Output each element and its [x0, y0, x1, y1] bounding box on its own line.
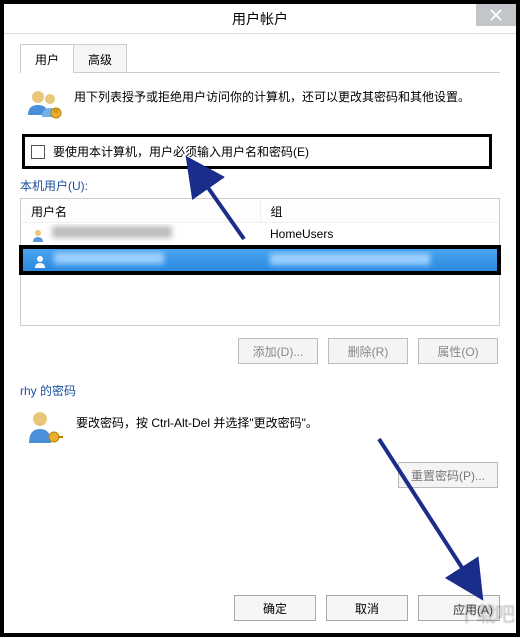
add-button[interactable]: 添加(D)... — [238, 338, 318, 364]
password-heading: rhy 的密码 — [20, 382, 500, 399]
password-description: 要改密码，按 Ctrl-Alt-Del 并选择"更改密码"。 — [76, 409, 318, 450]
users-listview[interactable]: 用户名 组 HomeUsers — [20, 198, 500, 326]
ok-button[interactable]: 确定 — [234, 595, 316, 621]
user-icon — [33, 254, 47, 268]
properties-button[interactable]: 属性(O) — [418, 338, 498, 364]
listview-header: 用户名 组 — [21, 199, 499, 223]
tab-advanced[interactable]: 高级 — [73, 44, 127, 72]
user-icon — [31, 228, 45, 242]
window-title: 用户帐户 — [232, 9, 288, 29]
tab-users[interactable]: 用户 — [20, 44, 74, 72]
close-button[interactable] — [476, 4, 516, 26]
reset-password-button[interactable]: 重置密码(P)... — [398, 462, 498, 488]
col-username[interactable]: 用户名 — [21, 199, 261, 222]
require-password-checkbox[interactable] — [31, 145, 45, 159]
cell-group: HomeUsers — [260, 225, 499, 243]
apply-button[interactable]: 应用(A) — [418, 595, 500, 621]
description-text: 用下列表授予或拒绝用户访问你的计算机，还可以更改其密码和其他设置。 — [74, 87, 470, 124]
cancel-button[interactable]: 取消 — [326, 595, 408, 621]
users-icon — [26, 87, 64, 124]
list-item[interactable]: HomeUsers — [21, 223, 499, 245]
users-list-label: 本机用户(U): — [20, 177, 500, 194]
titlebar: 用户帐户 — [4, 4, 516, 34]
col-group[interactable]: 组 — [261, 199, 500, 222]
remove-button[interactable]: 删除(R) — [328, 338, 408, 364]
tab-bar: 用户 高级 — [20, 44, 500, 73]
list-item-selected[interactable] — [23, 249, 497, 271]
user-key-icon — [26, 409, 64, 450]
require-password-label: 要使用本计算机，用户必须输入用户名和密码(E) — [53, 143, 309, 160]
require-password-row[interactable]: 要使用本计算机，用户必须输入用户名和密码(E) — [22, 134, 492, 169]
